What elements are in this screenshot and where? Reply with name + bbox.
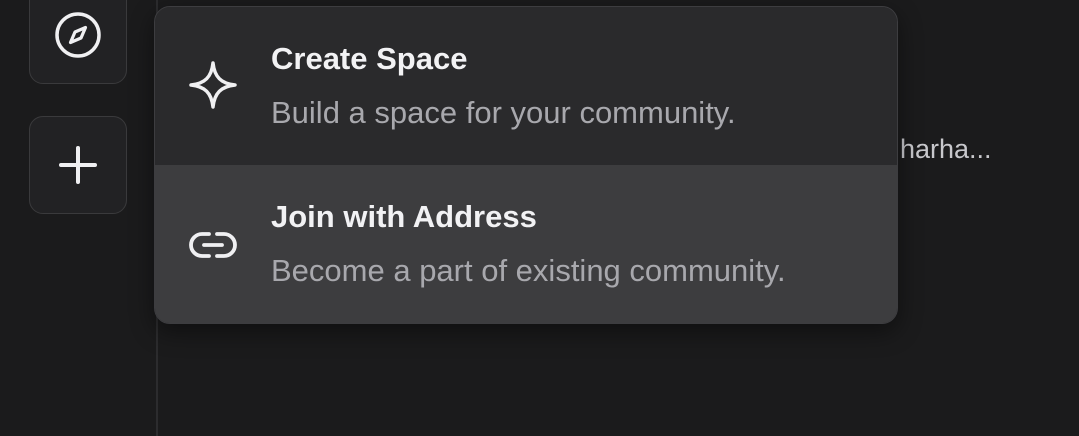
menu-item-join-with-address[interactable]: Join with Address Become a part of exist…	[155, 165, 897, 323]
menu-item-description: Become a part of existing community.	[271, 253, 786, 288]
menu-item-title: Join with Address	[271, 199, 537, 234]
background-list-text: harha...	[900, 134, 992, 164]
explore-button[interactable]	[29, 0, 127, 84]
menu-item-create-space[interactable]: Create Space Build a space for your comm…	[155, 7, 897, 165]
plus-icon	[58, 145, 98, 185]
menu-item-description: Build a space for your community.	[271, 95, 736, 130]
add-space-menu: Create Space Build a space for your comm…	[154, 6, 898, 324]
menu-item-title: Create Space	[271, 41, 468, 76]
add-space-button[interactable]	[29, 116, 127, 214]
link-icon	[187, 219, 239, 271]
sparkle-icon	[187, 59, 239, 111]
app-root: harha... Create Space Build a space for …	[0, 0, 1079, 436]
compass-icon	[53, 10, 103, 60]
